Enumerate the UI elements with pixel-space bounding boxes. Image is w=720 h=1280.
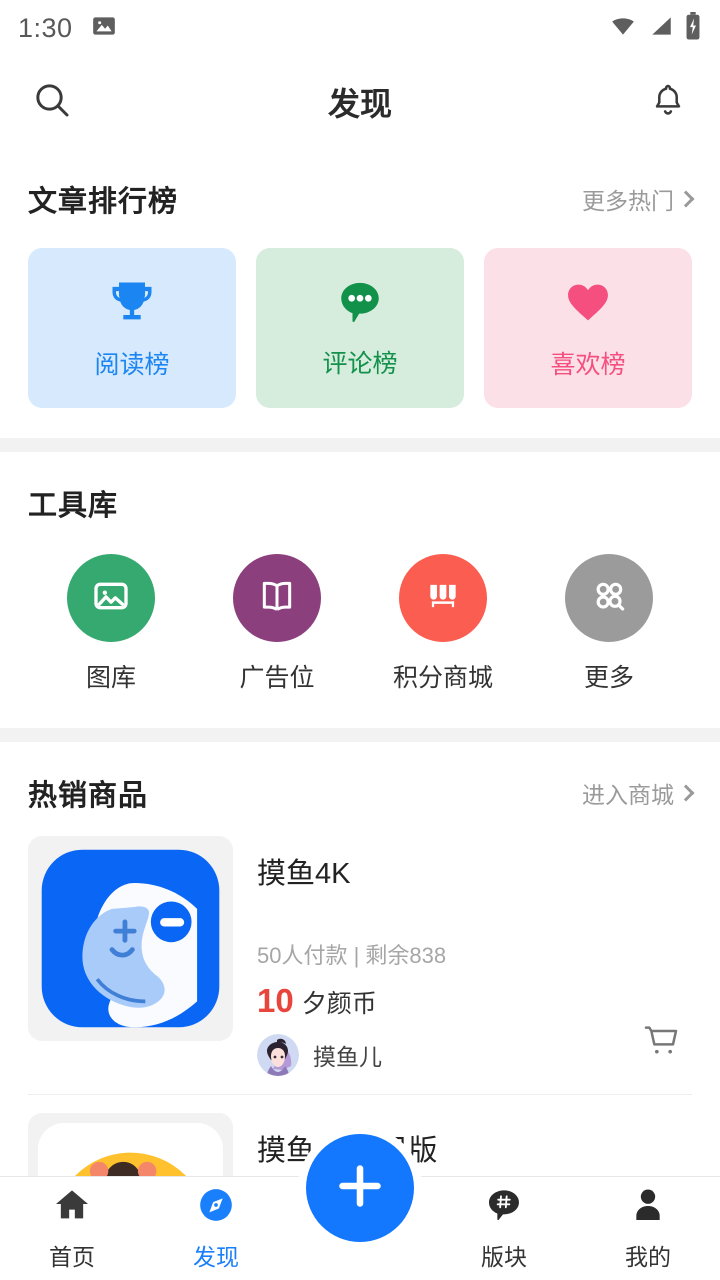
rank-card-reading[interactable]: 阅读榜 xyxy=(28,248,236,408)
price-amount: 10 xyxy=(257,982,294,1019)
price-currency: 夕颜币 xyxy=(301,990,377,1018)
product-row[interactable]: 摸鱼4K 50人付款 | 剩余838 10 夕颜币 摸鱼儿 xyxy=(28,818,692,1095)
trophy-icon xyxy=(106,276,158,333)
nav-item-profile[interactable]: 我的 xyxy=(576,1177,720,1280)
battery-charging-icon xyxy=(684,11,702,45)
tools-grid: 图库 广告位 积分商城 更多 xyxy=(28,528,692,728)
signal-icon xyxy=(648,13,674,44)
section-divider xyxy=(0,728,720,742)
rank-card-label: 喜欢榜 xyxy=(550,350,626,379)
page-title: 发现 xyxy=(327,86,392,122)
status-bar: 1:30 xyxy=(0,0,720,56)
nav-label: 我的 xyxy=(625,1244,671,1270)
article-rank-header: 文章排行榜 更多热门 xyxy=(28,148,695,224)
enter-mall-label: 进入商城 xyxy=(582,782,674,808)
bottom-navigation: 首页 发现 版块 我的 xyxy=(0,1134,720,1280)
status-bar-right xyxy=(608,11,702,45)
moyu-blue-fish-app-icon xyxy=(41,849,220,1028)
enter-mall-link[interactable]: 进入商城 xyxy=(582,776,695,810)
article-rank-section: 文章排行榜 更多热门 阅读榜 评论榜 喜欢榜 xyxy=(0,148,720,438)
article-rank-more-link[interactable]: 更多热门 xyxy=(582,182,695,216)
rank-card-label: 评论榜 xyxy=(322,349,398,378)
tool-label: 图库 xyxy=(85,664,136,692)
product-price: 10 夕颜币 xyxy=(257,982,692,1020)
compass-icon xyxy=(196,1185,236,1230)
tool-item-points-mall[interactable]: 积分商城 xyxy=(360,554,526,694)
create-post-fab[interactable] xyxy=(306,1134,414,1242)
product-seller[interactable]: 摸鱼儿 xyxy=(257,1034,692,1076)
wifi-icon xyxy=(608,13,638,44)
tool-item-gallery[interactable]: 图库 xyxy=(28,554,194,694)
comment-bubble-icon xyxy=(335,277,385,332)
seller-name: 摸鱼儿 xyxy=(313,1044,382,1070)
tools-section: 工具库 图库 广告位 积分商城 更多 xyxy=(0,452,720,728)
tool-circle xyxy=(67,554,155,642)
shopping-cart-icon xyxy=(641,1021,681,1066)
article-rank-cards: 阅读榜 评论榜 喜欢榜 xyxy=(28,224,692,438)
search-icon xyxy=(32,80,72,125)
plus-icon xyxy=(332,1158,388,1219)
chevron-right-icon xyxy=(677,190,695,208)
nav-item-discover[interactable]: 发现 xyxy=(144,1177,288,1280)
tools-header: 工具库 xyxy=(28,452,692,528)
tools-title: 工具库 xyxy=(28,490,119,522)
tool-circle xyxy=(565,554,653,642)
status-bar-left: 1:30 xyxy=(18,13,117,44)
nav-item-home[interactable]: 首页 xyxy=(0,1177,144,1280)
tool-label: 更多 xyxy=(583,664,634,692)
avatar xyxy=(257,1034,299,1076)
tool-circle xyxy=(399,554,487,642)
product-info: 摸鱼4K 50人付款 | 剩余838 10 夕颜币 摸鱼儿 xyxy=(233,836,692,1076)
nav-item-board[interactable]: 版块 xyxy=(432,1177,576,1280)
search-button[interactable] xyxy=(24,74,80,130)
app-header: 发现 xyxy=(0,56,720,148)
hot-products-header: 热销商品 进入商城 xyxy=(28,742,695,818)
app-screen: 1:30 发现 文章排行榜 更多热门 阅读榜 评论榜 喜欢榜 工具库 图库 广告… xyxy=(0,0,720,1280)
bell-icon xyxy=(649,81,687,124)
person-icon xyxy=(628,1185,668,1230)
scroll-content[interactable]: 文章排行榜 更多热门 阅读榜 评论榜 喜欢榜 工具库 图库 广告位 积分商城 更… xyxy=(0,148,720,1280)
image-notification-icon xyxy=(91,13,117,44)
product-name: 摸鱼4K xyxy=(257,858,351,890)
add-to-cart-button[interactable] xyxy=(636,1018,686,1068)
rank-card-comments[interactable]: 评论榜 xyxy=(256,248,464,408)
nav-label: 首页 xyxy=(49,1244,95,1270)
nav-label: 版块 xyxy=(481,1244,527,1270)
nav-label: 发现 xyxy=(193,1244,239,1270)
tool-item-ad-slot[interactable]: 广告位 xyxy=(194,554,360,694)
heart-icon xyxy=(562,276,614,333)
tool-label: 积分商城 xyxy=(392,664,493,692)
product-meta: 50人付款 | 剩余838 xyxy=(257,943,447,968)
status-time: 1:30 xyxy=(18,12,73,43)
chevron-right-icon xyxy=(677,784,695,802)
tool-circle xyxy=(233,554,321,642)
section-divider xyxy=(0,438,720,452)
hot-products-title: 热销商品 xyxy=(28,780,149,812)
home-icon xyxy=(52,1185,92,1230)
open-book-icon xyxy=(258,577,296,620)
article-rank-title: 文章排行榜 xyxy=(28,186,179,218)
tool-label: 广告位 xyxy=(239,664,315,692)
tool-item-more[interactable]: 更多 xyxy=(526,554,692,694)
notification-button[interactable] xyxy=(640,74,696,130)
product-thumbnail xyxy=(28,836,233,1041)
storefront-icon xyxy=(424,577,462,620)
rank-card-label: 阅读榜 xyxy=(94,350,170,379)
hashtag-bubble-icon xyxy=(484,1185,524,1230)
article-rank-more-label: 更多热门 xyxy=(582,188,674,214)
rank-card-likes[interactable]: 喜欢榜 xyxy=(484,248,692,408)
image-icon xyxy=(91,576,131,621)
grid-search-icon xyxy=(589,576,629,621)
